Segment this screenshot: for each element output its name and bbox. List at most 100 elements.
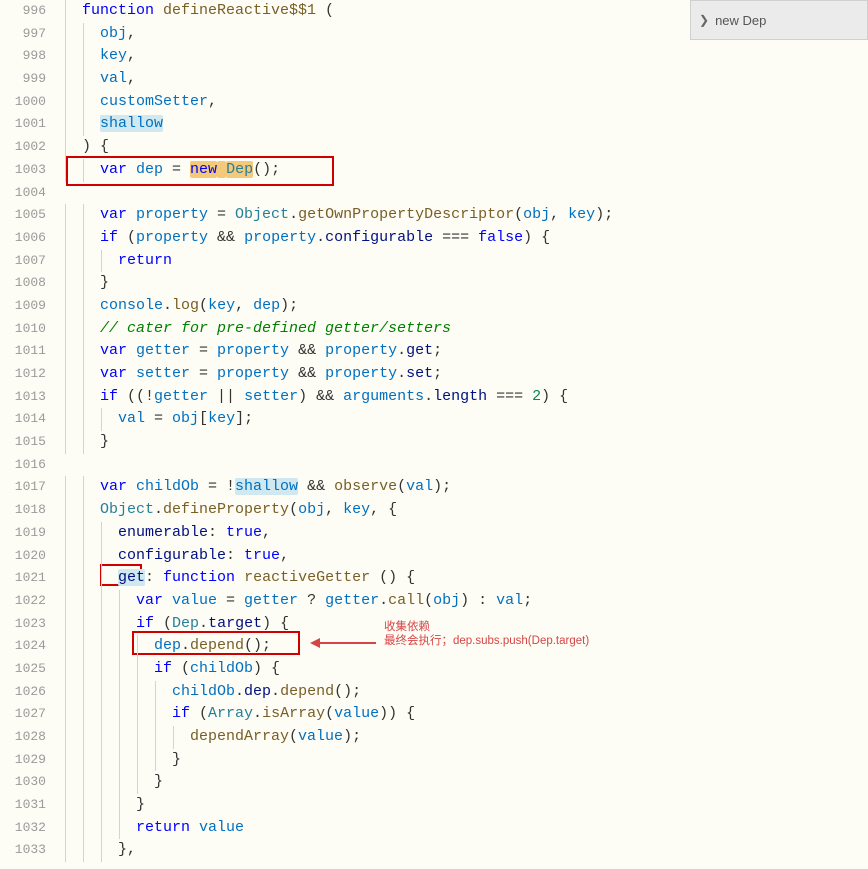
code-line[interactable]: val, xyxy=(54,68,868,91)
code-line[interactable]: if (childOb) { xyxy=(54,658,868,681)
code-token: && xyxy=(289,365,325,382)
line-number: 1033 xyxy=(0,839,46,862)
code-token: call xyxy=(388,592,424,609)
code-line[interactable]: var setter = property && property.set; xyxy=(54,363,868,386)
code-line[interactable]: if (Dep.target) { xyxy=(54,613,868,636)
code-token: function xyxy=(163,569,244,586)
line-number: 1010 xyxy=(0,318,46,341)
outline-item-label[interactable]: new Dep xyxy=(715,13,766,28)
code-token: value xyxy=(334,705,379,722)
code-line[interactable]: var dep = new Dep(); xyxy=(54,159,868,182)
code-token: ; xyxy=(523,592,532,609)
code-line[interactable]: // cater for pre-defined getter/setters xyxy=(54,318,868,341)
code-token: if xyxy=(172,705,190,722)
code-token: (); xyxy=(244,637,271,654)
code-line[interactable]: } xyxy=(54,794,868,817)
code-line[interactable]: childOb.dep.depend(); xyxy=(54,681,868,704)
indent-guide xyxy=(83,363,84,386)
code-line[interactable]: return xyxy=(54,250,868,273)
code-token: property xyxy=(325,342,397,359)
code-line[interactable]: if (Array.isArray(value)) { xyxy=(54,703,868,726)
code-token: return xyxy=(136,819,199,836)
code-line[interactable]: get: function reactiveGetter () { xyxy=(54,567,868,590)
code-token: 2 xyxy=(532,388,541,405)
code-line[interactable] xyxy=(54,454,868,477)
code-token: property xyxy=(244,229,316,246)
code-line[interactable]: var property = Object.getOwnPropertyDesc… xyxy=(54,204,868,227)
code-token: get xyxy=(406,342,433,359)
indent-guide xyxy=(65,567,66,590)
code-line[interactable]: var value = getter ? getter.call(obj) : … xyxy=(54,590,868,613)
line-number: 1020 xyxy=(0,545,46,568)
code-token: . xyxy=(271,683,280,700)
code-token: getOwnPropertyDescriptor xyxy=(298,206,514,223)
code-line[interactable]: if ((!getter || setter) && arguments.len… xyxy=(54,386,868,409)
line-number: 999 xyxy=(0,68,46,91)
indent-guide xyxy=(119,703,120,726)
indent-guide xyxy=(83,431,84,454)
indent-guide xyxy=(101,567,102,590)
code-token: Dep xyxy=(226,161,253,178)
indent-guide xyxy=(137,703,138,726)
code-token: dep xyxy=(253,297,280,314)
code-token: dep xyxy=(136,161,163,178)
code-line[interactable] xyxy=(54,182,868,205)
code-token: , xyxy=(127,70,136,87)
line-number: 1004 xyxy=(0,182,46,205)
indent-guide xyxy=(83,318,84,341)
code-line[interactable]: var childOb = !shallow && observe(val); xyxy=(54,476,868,499)
code-line[interactable]: } xyxy=(54,771,868,794)
code-token: ) : xyxy=(460,592,496,609)
code-token: childOb xyxy=(172,683,235,700)
code-line[interactable]: configurable: true, xyxy=(54,545,868,568)
code-line[interactable]: key, xyxy=(54,45,868,68)
code-content[interactable]: 收集依赖 最终会执行；dep.subs.push(Dep.target) fun… xyxy=(54,0,868,869)
code-line[interactable]: dependArray(value); xyxy=(54,726,868,749)
code-line[interactable]: } xyxy=(54,272,868,295)
code-token: true xyxy=(226,524,262,541)
code-token: var xyxy=(100,365,136,382)
code-line[interactable]: if (property && property.configurable ==… xyxy=(54,227,868,250)
outline-panel[interactable]: ❯ new Dep xyxy=(690,0,868,40)
code-line[interactable]: ) { xyxy=(54,136,868,159)
code-line[interactable]: console.log(key, dep); xyxy=(54,295,868,318)
code-line[interactable]: } xyxy=(54,749,868,772)
code-token: , xyxy=(127,25,136,42)
line-number: 1030 xyxy=(0,771,46,794)
code-line[interactable]: dep.depend(); xyxy=(54,635,868,658)
code-line[interactable]: var getter = property && property.get; xyxy=(54,340,868,363)
code-token: ( xyxy=(316,2,334,19)
code-token: . xyxy=(289,206,298,223)
code-line[interactable]: }, xyxy=(54,839,868,862)
indent-guide xyxy=(83,545,84,568)
line-number: 1027 xyxy=(0,703,46,726)
code-line[interactable]: return value xyxy=(54,817,868,840)
line-number: 997 xyxy=(0,23,46,46)
code-token: value xyxy=(199,819,244,836)
code-line[interactable]: enumerable: true, xyxy=(54,522,868,545)
code-token: var xyxy=(100,478,136,495)
code-line[interactable]: } xyxy=(54,431,868,454)
indent-guide xyxy=(83,386,84,409)
code-line[interactable]: customSetter, xyxy=(54,91,868,114)
indent-guide xyxy=(101,590,102,613)
code-token: val xyxy=(100,70,127,87)
code-token: : xyxy=(208,524,226,541)
code-token: function xyxy=(82,2,163,19)
code-token: customSetter xyxy=(100,93,208,110)
line-number: 1031 xyxy=(0,794,46,817)
code-line[interactable]: Object.defineProperty(obj, key, { xyxy=(54,499,868,522)
indent-guide xyxy=(83,817,84,840)
indent-guide xyxy=(65,227,66,250)
code-token: , xyxy=(208,93,217,110)
code-token: defineReactive$$1 xyxy=(163,2,316,19)
line-number: 1008 xyxy=(0,272,46,295)
code-line[interactable]: shallow xyxy=(54,113,868,136)
code-token: true xyxy=(244,547,280,564)
code-token: . xyxy=(379,592,388,609)
indent-guide xyxy=(101,839,102,862)
code-token: set xyxy=(406,365,433,382)
code-token: . xyxy=(154,501,163,518)
code-line[interactable]: val = obj[key]; xyxy=(54,408,868,431)
code-editor[interactable]: 9969979989991000100110021003100410051006… xyxy=(0,0,868,869)
